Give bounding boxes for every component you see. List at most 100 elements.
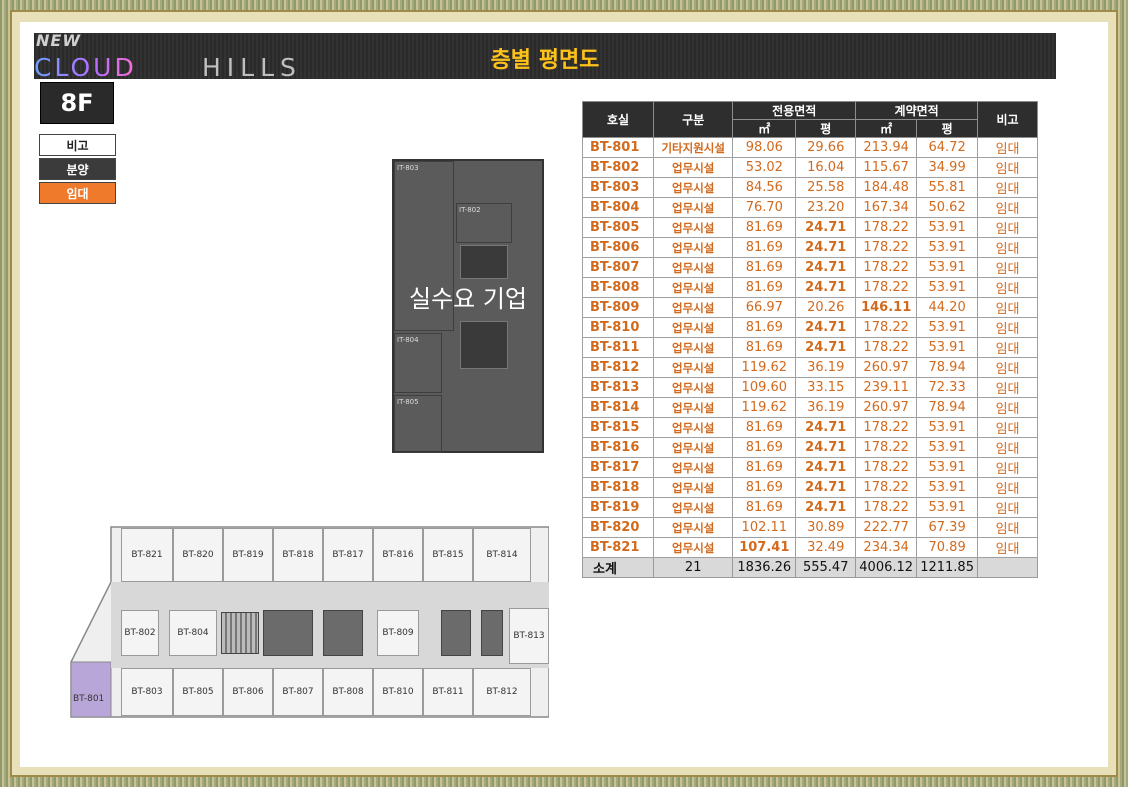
cell-note: 임대 xyxy=(977,417,1038,438)
cell-unit: BT-819 xyxy=(581,497,655,518)
unit-bt-811: BT-811 xyxy=(423,668,473,716)
th-note: 비고 xyxy=(977,101,1038,138)
table-row: BT-801 기타지원시설 98.06 29.66 213.94 64.72 임대 xyxy=(581,137,1038,158)
cell-note: 임대 xyxy=(977,337,1038,358)
cell-ct-py: 78.94 xyxy=(916,357,979,378)
table-row: BT-803 업무시설 84.56 25.58 184.48 55.81 임대 xyxy=(581,177,1038,198)
room-label: IT-803 xyxy=(397,164,419,172)
cell-unit: BT-802 xyxy=(581,157,655,178)
cell-ct-m2: 167.34 xyxy=(855,197,918,218)
cell-ct-m2: 178.22 xyxy=(855,257,918,278)
cell-ct-m2: 178.22 xyxy=(855,237,918,258)
cell-type: 업무시설 xyxy=(653,477,734,498)
th-contract: 계약면적 xyxy=(855,101,979,120)
cell-ct-py: 64.72 xyxy=(916,137,979,158)
cell-ex-m2: 119.62 xyxy=(732,397,797,418)
cell-type: 업무시설 xyxy=(653,397,734,418)
cell-type: 업무시설 xyxy=(653,277,734,298)
cell-ct-m2: 178.22 xyxy=(855,277,918,298)
unit-bt-807: BT-807 xyxy=(273,668,323,716)
cell-unit: BT-812 xyxy=(581,357,655,378)
room-label: IT-804 xyxy=(397,336,419,344)
cell-type: 업무시설 xyxy=(653,537,734,558)
total-ct-m2: 4006.12 xyxy=(855,557,918,578)
legend: 비고 분양 임대 xyxy=(39,134,116,206)
room-label: IT-805 xyxy=(397,398,419,406)
core-block xyxy=(323,610,363,656)
cell-ex-py: 24.71 xyxy=(795,317,857,338)
table-row: BT-817 업무시설 81.69 24.71 178.22 53.91 임대 xyxy=(581,457,1038,478)
th-unit: 호실 xyxy=(581,101,655,138)
cell-ex-m2: 81.69 xyxy=(732,337,797,358)
total-ct-py: 1211.85 xyxy=(916,557,979,578)
cell-ct-m2: 222.77 xyxy=(855,517,918,538)
cell-ct-py: 55.81 xyxy=(916,177,979,198)
cell-unit: BT-807 xyxy=(581,257,655,278)
cell-note: 임대 xyxy=(977,297,1038,318)
cell-note: 임대 xyxy=(977,537,1038,558)
cell-ex-py: 24.71 xyxy=(795,497,857,518)
cell-ct-py: 53.91 xyxy=(916,417,979,438)
cell-type: 업무시설 xyxy=(653,457,734,478)
cell-unit: BT-808 xyxy=(581,277,655,298)
legend-sale: 분양 xyxy=(39,158,116,180)
cell-ex-m2: 81.69 xyxy=(732,257,797,278)
cell-ct-py: 53.91 xyxy=(916,217,979,238)
unit-bt-812: BT-812 xyxy=(473,668,531,716)
cell-ct-m2: 178.22 xyxy=(855,457,918,478)
cell-ct-m2: 260.97 xyxy=(855,397,918,418)
cell-unit: BT-816 xyxy=(581,437,655,458)
cell-ex-m2: 107.41 xyxy=(732,537,797,558)
cell-ex-py: 24.71 xyxy=(795,237,857,258)
unit-bt-813: BT-813 xyxy=(509,608,549,664)
cell-ex-py: 32.49 xyxy=(795,537,857,558)
cell-ex-py: 30.89 xyxy=(795,517,857,538)
unit-bt-810: BT-810 xyxy=(373,668,423,716)
total-ex-py: 555.47 xyxy=(795,557,857,578)
stair-block xyxy=(221,612,259,654)
cell-ct-py: 53.91 xyxy=(916,477,979,498)
cell-unit: BT-820 xyxy=(581,517,655,538)
cell-ct-m2: 178.22 xyxy=(855,417,918,438)
th-ct-sqm: ㎡ xyxy=(855,119,918,138)
cell-note: 임대 xyxy=(977,497,1038,518)
cell-type: 업무시설 xyxy=(653,317,734,338)
th-ex-sqm: ㎡ xyxy=(732,119,797,138)
cell-ct-py: 67.39 xyxy=(916,517,979,538)
cell-ex-py: 25.58 xyxy=(795,177,857,198)
cell-unit: BT-811 xyxy=(581,337,655,358)
th-exclusive: 전용면적 xyxy=(732,101,857,120)
cell-type: 업무시설 xyxy=(653,417,734,438)
table-row: BT-805 업무시설 81.69 24.71 178.22 53.91 임대 xyxy=(581,217,1038,238)
core-block xyxy=(441,610,471,656)
cell-ex-m2: 81.69 xyxy=(732,437,797,458)
cell-ct-m2: 146.11 xyxy=(855,297,918,318)
cell-unit: BT-814 xyxy=(581,397,655,418)
cell-ex-m2: 84.56 xyxy=(732,177,797,198)
cell-type: 업무시설 xyxy=(653,177,734,198)
cell-ex-py: 29.66 xyxy=(795,137,857,158)
cell-ct-m2: 178.22 xyxy=(855,437,918,458)
floor-plan-occupied: IT-803 IT-802 IT-804 IT-805 실수요 기업 xyxy=(392,159,544,453)
cell-ex-py: 24.71 xyxy=(795,217,857,238)
cell-unit: BT-803 xyxy=(581,177,655,198)
cell-type: 업무시설 xyxy=(653,217,734,238)
total-ex-m2: 1836.26 xyxy=(732,557,797,578)
unit-table-wrap: 호실 구분 전용면적 계약면적 비고 ㎡ 평 ㎡ 평 BT-801 기타지원시설 9… xyxy=(581,101,1038,578)
cell-type: 업무시설 xyxy=(653,337,734,358)
cell-note: 임대 xyxy=(977,377,1038,398)
cell-ex-py: 24.71 xyxy=(795,417,857,438)
cell-ex-m2: 53.02 xyxy=(732,157,797,178)
cell-ex-m2: 81.69 xyxy=(732,217,797,238)
room-it-805: IT-805 xyxy=(394,395,442,453)
room-it-804: IT-804 xyxy=(394,333,442,393)
cell-ct-py: 34.99 xyxy=(916,157,979,178)
cell-note: 임대 xyxy=(977,457,1038,478)
cell-ct-py: 53.91 xyxy=(916,277,979,298)
cell-type: 업무시설 xyxy=(653,517,734,538)
unit-bt-802: BT-802 xyxy=(121,610,159,656)
unit-bt-820: BT-820 xyxy=(173,528,223,582)
cell-ct-m2: 178.22 xyxy=(855,317,918,338)
table-row: BT-814 업무시설 119.62 36.19 260.97 78.94 임대 xyxy=(581,397,1038,418)
unit-bt-804: BT-804 xyxy=(169,610,217,656)
